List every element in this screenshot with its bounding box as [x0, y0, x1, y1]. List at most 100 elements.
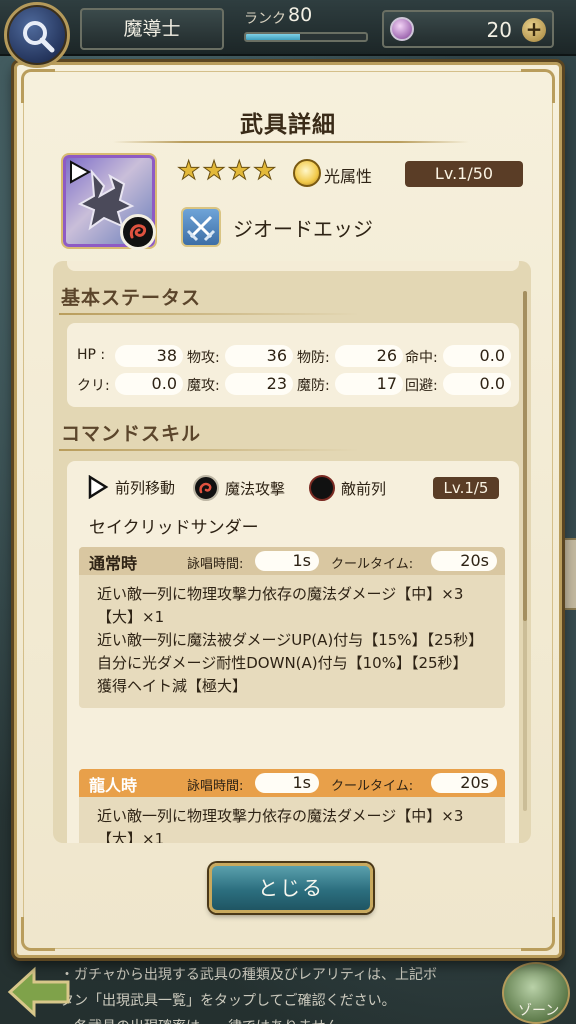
frame-corner — [21, 69, 55, 103]
cooldown-value: 20s — [431, 551, 497, 571]
rank-block: ランク 80 — [238, 4, 378, 52]
cast-time-label: 詠唱時間: — [187, 557, 244, 572]
skill-tag: 魔法攻撃 — [193, 475, 285, 501]
stat-phys-def: 物防: 26 — [297, 345, 403, 367]
note-line: ・ガチャから出現する武具の種類及びレアリティは、上記ボ — [60, 967, 438, 983]
rarity-stars: ★ ★ ★ ★ — [176, 156, 277, 186]
command-skill-box: 前列移動 魔法攻撃 敵前列 Lv.1/5 セイクリッドサンダー 通常時 詠唱時間… — [67, 461, 519, 843]
search-button[interactable] — [4, 2, 70, 68]
cooldown-label: クールタイム: — [331, 557, 414, 572]
stat-label: 魔攻: — [187, 378, 220, 394]
scrollbar[interactable] — [523, 291, 527, 811]
skill-level: Lv.1/5 — [433, 477, 499, 499]
scrollbar-thumb[interactable] — [523, 291, 527, 621]
zone-label: ゾーン — [518, 1003, 560, 1019]
cast-time-label: 詠唱時間: — [187, 779, 244, 794]
search-icon — [23, 21, 55, 53]
magic-attack-icon — [120, 214, 156, 250]
weapon-name: ジオードエッジ — [233, 217, 373, 241]
job-label[interactable]: 魔導士 — [80, 8, 224, 50]
stat-value: 0.0 — [443, 345, 511, 367]
detail-scroll-panel[interactable]: 基本ステータス HP : 38 物攻: 36 物防: 26 命中: 0.0 クリ… — [53, 261, 531, 843]
cooldown-label: クールタイム: — [331, 779, 414, 794]
add-gem-button[interactable]: + — [522, 18, 546, 42]
magic-attack-icon — [193, 475, 219, 501]
rank-value: 80 — [288, 4, 313, 26]
rarity-star-icon: ★ — [202, 156, 226, 186]
mode-effects: 近い敵一列に物理攻撃力依存の魔法ダメージ【中】×3【大】×1 — [79, 797, 505, 843]
mode-dragon: 龍人時 詠唱時間: 1s クールタイム: 20s 近い敵一列に物理攻撃力依存の魔… — [79, 769, 505, 843]
cast-time-value: 1s — [255, 551, 319, 571]
rarity-star-icon: ★ — [227, 156, 251, 186]
stat-label: 魔防: — [297, 378, 330, 394]
sword-type-icon — [181, 207, 221, 247]
stat-label: 回避: — [405, 378, 438, 394]
effect-line: 近い敵一列に物理攻撃力依存の魔法ダメージ【中】×3【大】×1 — [97, 585, 464, 626]
skill-tag-label: 敵前列 — [341, 479, 387, 498]
gem-icon — [390, 17, 414, 41]
mode-header: 通常時 詠唱時間: 1s クールタイム: 20s — [79, 547, 505, 575]
effect-line: 自分に光ダメージ耐性DOWN(A)付与【10%】【25秒】 — [97, 654, 468, 672]
back-arrow-button[interactable] — [6, 966, 72, 1018]
skill-tag-label: 魔法攻撃 — [225, 479, 286, 498]
stat-hp: HP : 38 — [77, 345, 183, 367]
rank-progress-bar — [244, 32, 368, 42]
cast-time-value: 1s — [255, 773, 319, 793]
rank-progress-fill — [246, 34, 300, 40]
mode-name: 通常時 — [89, 554, 138, 573]
skill-tag: 前列移動 — [87, 475, 175, 499]
stat-label: 物攻: — [187, 350, 220, 366]
weapon-level: Lv.1/50 — [405, 161, 523, 187]
mode-name: 龍人時 — [89, 776, 138, 795]
mode-header: 龍人時 詠唱時間: 1s クールタイム: 20s — [79, 769, 505, 797]
stat-value: 17 — [335, 373, 403, 395]
light-attribute-icon — [293, 159, 321, 187]
stat-label: HP : — [77, 347, 106, 363]
command-skill-title: コマンドスキル — [61, 423, 202, 445]
frame-corner — [521, 69, 555, 103]
stat-mag-atk: 魔攻: 23 — [187, 373, 293, 395]
cooldown-value: 20s — [431, 773, 497, 793]
effect-line: 近い敵一列に魔法被ダメージUP(A)付与【15%】【25秒】 — [97, 631, 484, 649]
stat-crit: クリ: 0.0 — [77, 373, 183, 395]
gem-count: 20 — [486, 18, 512, 42]
stat-phys-atk: 物攻: 36 — [187, 345, 293, 367]
base-status-title: 基本ステータス — [61, 287, 202, 309]
note-line: タン「出現武具一覧」をタップしてご確認ください。 — [60, 993, 396, 1009]
mode-effects: 近い敵一列に物理攻撃力依存の魔法ダメージ【中】×3【大】×1 近い敵一列に魔法被… — [79, 575, 505, 708]
gem-counter: 20 + — [382, 10, 554, 48]
stat-value: 23 — [225, 373, 293, 395]
enemy-front-icon — [309, 475, 335, 501]
title-divider — [113, 141, 469, 143]
effect-line: 獲得ヘイト減【極大】 — [97, 677, 248, 695]
stat-value: 38 — [115, 345, 183, 367]
note-line: ・各武具の出現確率は、一律ではありません。 — [60, 1014, 530, 1024]
stat-label: 物防: — [297, 350, 330, 366]
front-row-move-icon — [88, 475, 109, 499]
weapon-detail-dialog: 武具詳細 ★★★★ 光属性 Lv.1/50 ジオードエッジ 基本ステータス — [14, 62, 562, 958]
rank-label: ランク — [244, 11, 286, 27]
frame-corner — [521, 917, 555, 951]
stat-value: 0.0 — [115, 373, 183, 395]
base-status-box: HP : 38 物攻: 36 物防: 26 命中: 0.0 クリ: 0.0 魔攻… — [67, 323, 519, 407]
stat-accuracy: 命中: 0.0 — [405, 345, 511, 367]
close-button[interactable]: とじる — [209, 863, 373, 913]
stat-mag-def: 魔防: 17 — [297, 373, 403, 395]
skill-tag-label: 前列移動 — [115, 478, 176, 497]
stat-evasion: 回避: 0.0 — [405, 373, 511, 395]
rarity-star-icon: ★ — [252, 156, 277, 186]
mode-normal: 通常時 詠唱時間: 1s クールタイム: 20s 近い敵一列に物理攻撃力依存の魔… — [79, 547, 505, 708]
rarity-star-icon: ★ — [176, 156, 201, 186]
back-arrow-icon — [7, 966, 70, 1018]
effect-line: 近い敵一列に物理攻撃力依存の魔法ダメージ【中】×3【大】×1 — [97, 807, 464, 843]
top-bar: 魔導士 ランク 80 20 + — [0, 0, 576, 56]
stat-value: 26 — [335, 345, 403, 367]
section-divider — [59, 449, 359, 451]
stat-value: 36 — [225, 345, 293, 367]
play-icon — [70, 160, 92, 184]
weapon-thumbnail[interactable] — [63, 155, 156, 250]
frame-corner — [21, 917, 55, 951]
skill-name: セイクリッドサンダー — [89, 518, 259, 538]
dialog-title: 武具詳細 — [240, 112, 336, 138]
attribute-label: 光属性 — [324, 167, 373, 186]
